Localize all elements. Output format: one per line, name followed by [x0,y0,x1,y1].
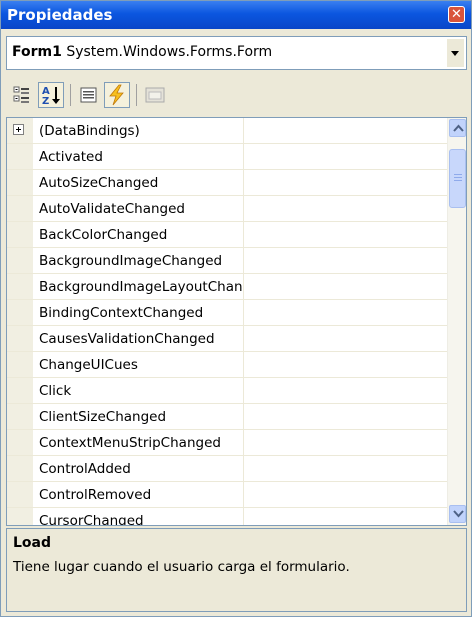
property-name: (DataBindings) [39,123,140,139]
property-pages-button[interactable] [142,82,168,108]
scroll-down-button[interactable] [449,505,466,523]
properties-button[interactable] [76,82,102,108]
property-name: ControlRemoved [39,487,152,503]
object-selector[interactable]: Form1 System.Windows.Forms.Form [6,36,467,70]
close-icon: ✕ [451,7,462,22]
property-row[interactable]: ControlAdded [7,456,447,482]
alphabetical-button[interactable]: A Z [38,82,64,108]
properties-window: Propiedades ✕ Form1 System.Windows.Forms… [0,0,472,617]
column-divider [243,274,244,300]
property-name: CausesValidationChanged [39,331,215,347]
property-row[interactable]: Activated [7,144,447,170]
property-value[interactable] [245,196,445,221]
property-name: ChangeUICues [39,357,138,373]
property-name: AutoSizeChanged [39,175,159,191]
categorized-icon [13,86,29,103]
property-name: ClientSizeChanged [39,409,167,425]
toolbar: A Z [6,77,467,115]
property-grid: (DataBindings) Activated AutoSizeChanged Au… [6,117,467,526]
property-name: Click [39,383,72,399]
property-name: BackColorChanged [39,227,168,243]
object-name: Form1 [12,44,62,60]
description-text: Tiene lugar cuando el usuario carga el f… [13,559,350,575]
property-name: Activated [39,149,103,165]
property-name: ContextMenuStripChanged [39,435,221,451]
alphabetical-icon: A Z [42,86,60,107]
property-row[interactable]: CursorChanged [7,508,447,526]
property-name: AutoValidateChanged [39,201,186,217]
column-divider [243,378,244,404]
property-pages-icon [145,87,165,103]
description-title: Load [13,535,52,551]
vertical-scrollbar[interactable] [447,118,466,525]
scroll-up-button[interactable] [449,119,466,137]
title-bar[interactable]: Propiedades ✕ [1,1,471,29]
property-value[interactable] [245,456,445,481]
events-button[interactable] [104,82,130,108]
events-icon [109,84,124,106]
property-value[interactable] [245,352,445,377]
column-divider [243,248,244,274]
property-row[interactable]: (DataBindings) [7,118,447,144]
properties-icon [80,87,97,103]
property-value[interactable] [245,482,445,507]
column-divider [243,326,244,352]
categorized-button[interactable] [10,82,36,108]
scroll-thumb[interactable] [449,149,466,208]
property-name: ControlAdded [39,461,131,477]
property-value[interactable] [245,118,445,143]
property-value[interactable] [245,378,445,403]
object-type: System.Windows.Forms.Form [66,44,273,60]
property-row[interactable]: AutoValidateChanged [7,196,447,222]
property-name: BindingContextChanged [39,305,204,321]
close-button[interactable]: ✕ [448,6,465,23]
chevron-down-icon [453,510,464,518]
expand-icon[interactable] [13,124,24,135]
property-value[interactable] [245,508,445,525]
property-row[interactable]: BackColorChanged [7,222,447,248]
property-value[interactable] [245,274,445,299]
column-divider [243,508,244,525]
property-row[interactable]: ChangeUICues [7,352,447,378]
property-row[interactable]: AutoSizeChanged [7,170,447,196]
property-row[interactable]: BindingContextChanged [7,300,447,326]
dropdown-button[interactable] [447,39,464,67]
toolbar-separator [136,84,137,106]
column-divider [243,300,244,326]
property-value[interactable] [245,248,445,273]
property-value[interactable] [245,430,445,455]
property-row[interactable]: ContextMenuStripChanged [7,430,447,456]
property-value[interactable] [245,326,445,351]
column-divider [243,430,244,456]
property-row[interactable]: Click [7,378,447,404]
property-value[interactable] [245,300,445,325]
property-value[interactable] [245,144,445,169]
property-row[interactable]: ControlRemoved [7,482,447,508]
column-divider [243,456,244,482]
property-value[interactable] [245,222,445,247]
property-row[interactable]: ClientSizeChanged [7,404,447,430]
property-row[interactable]: CausesValidationChanged [7,326,447,352]
property-value[interactable] [245,170,445,195]
chevron-up-icon [453,124,464,132]
toolbar-separator [70,84,71,106]
property-name: BackgroundImageLayoutChanged [39,279,242,295]
svg-text:Z: Z [42,96,49,107]
property-value[interactable] [245,404,445,429]
property-row[interactable]: BackgroundImageChanged [7,248,447,274]
property-name: CursorChanged [39,513,144,526]
column-divider [243,144,244,170]
column-divider [243,482,244,508]
column-divider [243,404,244,430]
chevron-down-icon [451,51,459,56]
column-divider [243,352,244,378]
column-divider [243,222,244,248]
column-divider [243,118,244,144]
window-title: Propiedades [7,6,113,24]
column-divider [243,196,244,222]
description-pane: Load Tiene lugar cuando el usuario carga… [6,528,467,612]
property-name: BackgroundImageChanged [39,253,223,269]
property-row[interactable]: BackgroundImageLayoutChanged [7,274,447,300]
column-divider [243,170,244,196]
